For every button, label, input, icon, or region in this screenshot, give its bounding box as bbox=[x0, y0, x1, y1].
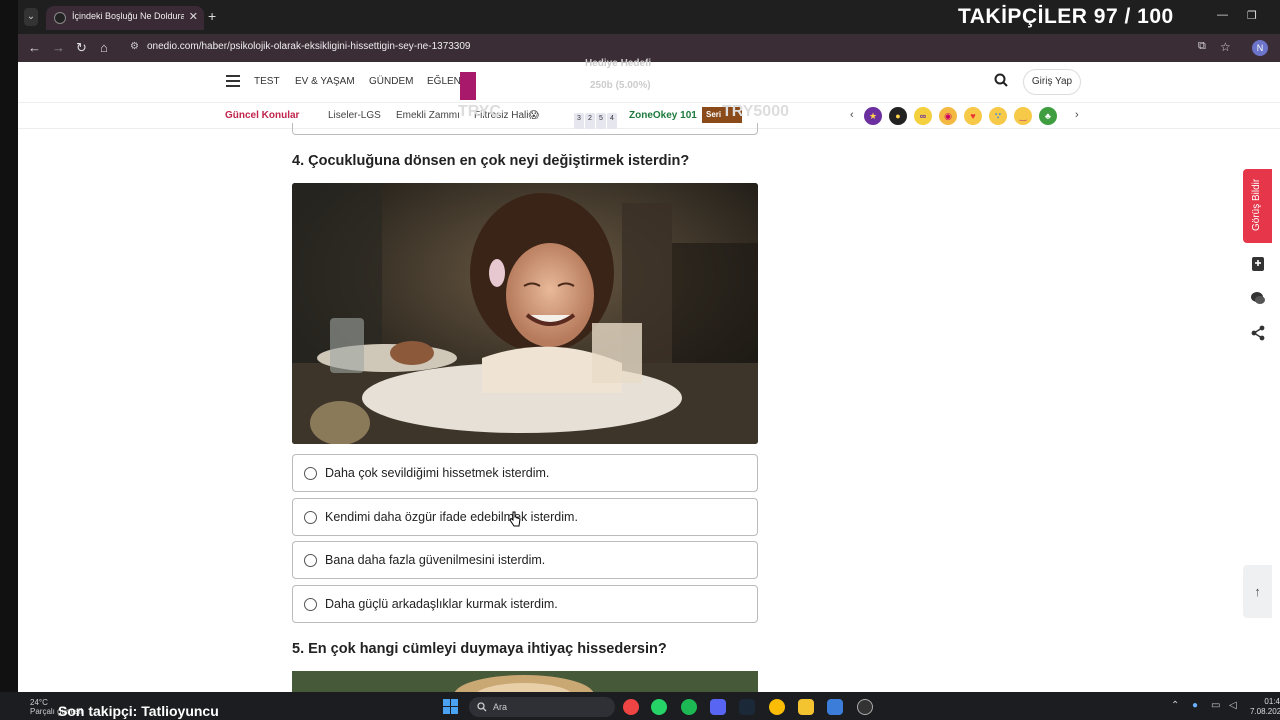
answer-text: Daha çok sevildiğimi hissetmek isterdim. bbox=[325, 466, 550, 480]
crying-icon[interactable]: ∵ bbox=[989, 107, 1007, 125]
close-tab-icon[interactable]: ✕ bbox=[189, 10, 198, 23]
overlay-gift-goal: Hediye Hedefi bbox=[585, 58, 652, 69]
minimize-icon[interactable]: — bbox=[1217, 9, 1228, 21]
steam-icon[interactable] bbox=[739, 699, 755, 715]
overlay-try5000: TRY5000 bbox=[722, 103, 789, 120]
tree-icon[interactable]: ♣ bbox=[1039, 107, 1057, 125]
network-icon[interactable]: ▭ bbox=[1211, 700, 1220, 711]
topic-item[interactable]: Liseler-LGS bbox=[328, 110, 381, 121]
answer-option-3[interactable]: Bana daha fazla güvenilmesini isterdim. bbox=[292, 541, 758, 579]
volume-icon[interactable]: ◁ bbox=[1229, 700, 1237, 711]
file-explorer-icon[interactable] bbox=[798, 699, 814, 715]
scroll-to-top-button[interactable]: ↑ bbox=[1243, 565, 1272, 618]
nav-ev-yasam[interactable]: EV & YAŞAM bbox=[295, 76, 355, 87]
reaction-icon[interactable]: ★ bbox=[864, 107, 882, 125]
reload-icon[interactable]: ↻ bbox=[76, 40, 87, 56]
hand-cursor-icon bbox=[509, 511, 521, 527]
obs-icon[interactable] bbox=[857, 699, 873, 715]
tab-title: İçindeki Boşluğu Ne Doldurabilir bbox=[72, 11, 184, 21]
comments-icon[interactable] bbox=[1250, 290, 1266, 306]
taskbar-search[interactable]: Ara bbox=[469, 697, 615, 717]
answer-option-2[interactable]: Kendimi daha özgür ifade edebilmek ister… bbox=[292, 498, 758, 536]
topic-item[interactable]: Emekli Zammı bbox=[396, 110, 460, 121]
tab-bar: ⌄ İçindeki Boşluğu Ne Doldurabilir ✕ + T… bbox=[18, 0, 1280, 34]
answer-text: Daha güçlü arkadaşlıklar kurmak isterdim… bbox=[325, 597, 558, 611]
system-clock[interactable]: 01:4 7.08.202 bbox=[1250, 697, 1280, 717]
search-icon bbox=[477, 702, 487, 712]
menu-icon[interactable] bbox=[226, 75, 240, 87]
microphone-icon[interactable]: ● bbox=[1192, 700, 1198, 711]
url-field[interactable]: onedio.com/haber/psikolojik-olarak-eksik… bbox=[147, 41, 471, 52]
feedback-label: Görüş Bildir bbox=[1251, 178, 1262, 231]
taskbar-search-placeholder: Ara bbox=[493, 702, 508, 712]
left-dark-strip bbox=[0, 0, 18, 692]
answer-text: Kendimi daha özgür ifade edebilmek ister… bbox=[325, 510, 578, 524]
site-header: TEST EV & YAŞAM GÜNDEM EĞLEN Hediye Hede… bbox=[18, 58, 1280, 103]
profile-avatar[interactable]: N bbox=[1252, 40, 1268, 56]
reaction-icon[interactable]: ∞ bbox=[914, 107, 932, 125]
browser-tab[interactable]: İçindeki Boşluğu Ne Doldurabilir ✕ bbox=[46, 6, 204, 30]
heart-eyes-icon[interactable]: ♥ bbox=[964, 107, 982, 125]
smile-icon[interactable]: ‿ bbox=[1014, 107, 1032, 125]
radio-button[interactable] bbox=[304, 511, 317, 524]
share-icon[interactable] bbox=[1250, 325, 1266, 341]
radio-button[interactable] bbox=[304, 598, 317, 611]
clock-time: 01:4 bbox=[1264, 697, 1280, 706]
favicon-icon bbox=[54, 12, 66, 24]
nav-gundem[interactable]: GÜNDEM bbox=[369, 76, 413, 87]
whatsapp-icon[interactable] bbox=[651, 699, 667, 715]
reaction-strip: ★ ● ∞ ◉ ♥ ∵ ‿ ♣ bbox=[864, 107, 1064, 127]
previous-option-edge bbox=[292, 123, 758, 135]
radio-button[interactable] bbox=[304, 554, 317, 567]
radio-button[interactable] bbox=[304, 467, 317, 480]
clock-date: 7.08.202 bbox=[1250, 707, 1280, 716]
feedback-button[interactable]: Görüş Bildir bbox=[1243, 169, 1272, 243]
login-button[interactable]: Giriş Yap bbox=[1023, 69, 1081, 95]
windows-start-icon[interactable] bbox=[443, 699, 459, 715]
search-icon[interactable] bbox=[994, 73, 1008, 87]
overlay-tryc: TRYC bbox=[458, 103, 501, 120]
question-5-title: 5. En çok hangi cümleyi duymaya ihtiyaç … bbox=[292, 641, 667, 657]
chevron-right-icon[interactable]: › bbox=[1075, 109, 1079, 121]
nav-test[interactable]: TEST bbox=[254, 76, 280, 87]
chevron-left-icon[interactable]: ‹ bbox=[850, 109, 854, 121]
maximize-icon[interactable]: ❐ bbox=[1247, 9, 1257, 22]
forward-icon[interactable]: → bbox=[52, 40, 65, 55]
topic-zoneokey[interactable]: ZoneOkey 101 bbox=[629, 110, 697, 121]
tab-search-icon[interactable]: ⌄ bbox=[24, 8, 38, 26]
answer-option-1[interactable]: Daha çok sevildiğimi hissetmek isterdim. bbox=[292, 454, 758, 492]
windows-taskbar: 24°C Parçalı güneşli Son takipçi: Tatlio… bbox=[0, 692, 1280, 720]
site-info-icon[interactable]: ⚙ bbox=[130, 41, 139, 52]
reaction-icon[interactable]: ◉ bbox=[939, 107, 957, 125]
question-4-title: 4. Çocukluğuna dönsen en çok neyi değişt… bbox=[292, 153, 690, 169]
back-icon[interactable]: ← bbox=[28, 40, 41, 55]
bookmark-add-icon[interactable] bbox=[1250, 256, 1266, 272]
question-5-image bbox=[292, 671, 758, 692]
tray-chevron-icon[interactable]: ⌃ bbox=[1171, 700, 1179, 711]
browser-window: ⌄ İçindeki Boşluğu Ne Doldurabilir ✕ + T… bbox=[18, 0, 1280, 692]
chrome-profile-icon[interactable] bbox=[623, 699, 639, 715]
home-icon[interactable]: ⌂ bbox=[100, 40, 108, 55]
overlay-gift-amount: 250b (5.00%) bbox=[590, 80, 651, 91]
chrome-icon[interactable] bbox=[769, 699, 785, 715]
answer-text: Bana daha fazla güvenilmesini isterdim. bbox=[325, 553, 546, 567]
spotify-icon[interactable] bbox=[681, 699, 697, 715]
question-4-image bbox=[292, 183, 758, 444]
nav-eglence[interactable]: EĞLEN bbox=[427, 76, 461, 87]
app-icon[interactable] bbox=[827, 699, 843, 715]
nav-highlight-block bbox=[460, 72, 476, 100]
discord-icon[interactable] bbox=[710, 699, 726, 715]
reaction-icon[interactable]: ● bbox=[889, 107, 907, 125]
install-icon[interactable]: ⧉ bbox=[1198, 40, 1206, 53]
new-tab-icon[interactable]: + bbox=[208, 8, 216, 24]
bookmark-star-icon[interactable]: ☆ bbox=[1220, 40, 1231, 54]
answer-option-4[interactable]: Daha güçlü arkadaşlıklar kurmak isterdim… bbox=[292, 585, 758, 623]
last-follower-overlay: Son takipçi: Tatlioyuncu bbox=[58, 703, 219, 719]
topics-label: Güncel Konular bbox=[225, 110, 300, 121]
followers-overlay: TAKİPÇİLER 97 / 100 bbox=[958, 5, 1174, 28]
